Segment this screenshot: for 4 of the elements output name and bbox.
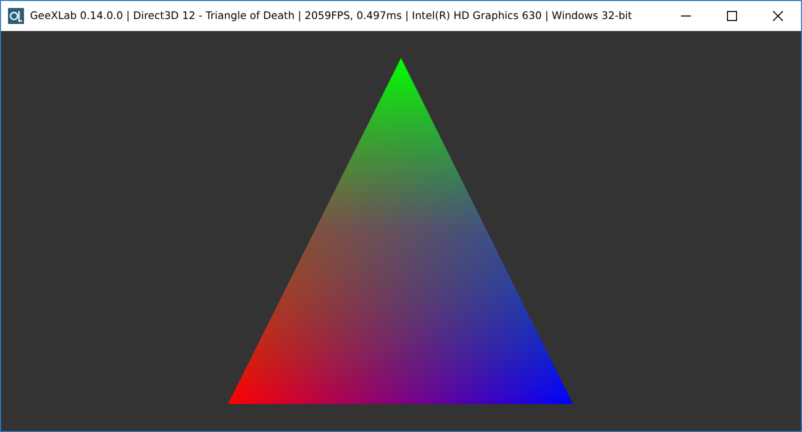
close-icon <box>773 11 783 21</box>
maximize-icon <box>727 11 737 21</box>
window-title: GeeXLab 0.14.0.0 | Direct3D 12 - Triangle of Death | 2059FPS, 0.497ms | Intel(R) HD Graphics 630 | Windows 32-bit <box>30 10 634 22</box>
app-icon <box>8 8 24 24</box>
